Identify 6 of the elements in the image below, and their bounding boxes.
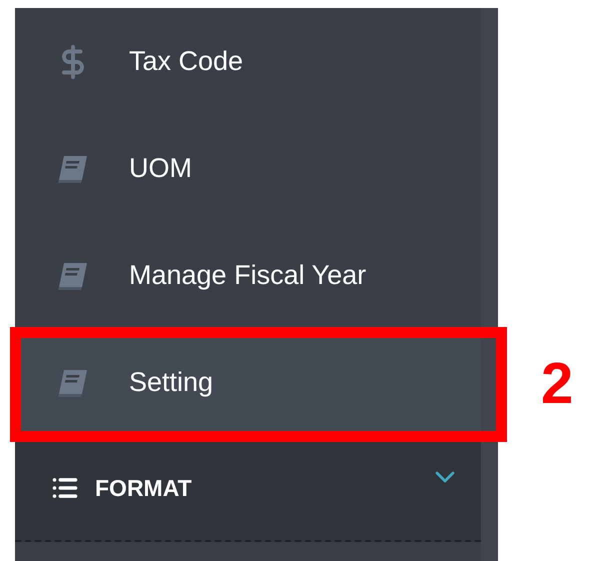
section-label: FORMAT (95, 474, 192, 503)
item-label: Setting (129, 366, 214, 400)
item-label: UOM (129, 152, 192, 186)
item-label: Tax Code (129, 45, 244, 78)
annotation-number: 2 (541, 355, 574, 413)
item-label: Manage Fiscal Year (129, 259, 366, 292)
